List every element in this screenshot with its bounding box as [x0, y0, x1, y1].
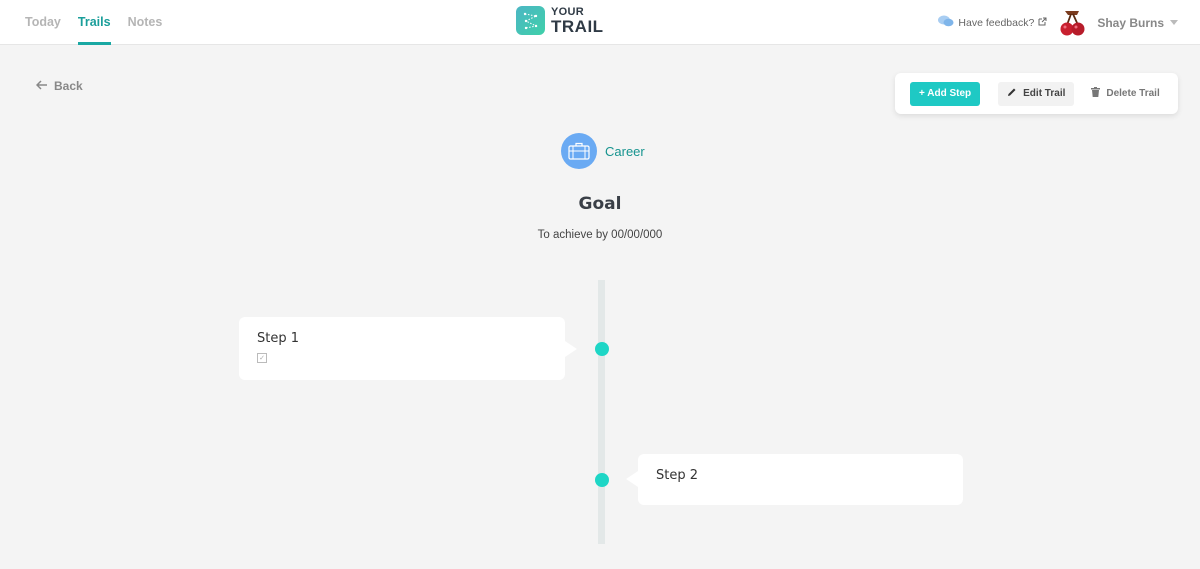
user-name[interactable]: Shay Burns [1097, 16, 1164, 30]
tab-trails[interactable]: Trails [77, 0, 111, 45]
tab-today[interactable]: Today [25, 0, 61, 45]
trash-icon [1091, 87, 1101, 100]
logo[interactable]: YOUR TRAIL [516, 6, 604, 35]
timeline-dot [595, 473, 609, 487]
logo-text: YOUR TRAIL [551, 5, 604, 36]
timeline-line [598, 280, 605, 544]
category-label: Career [605, 143, 645, 159]
tab-notes[interactable]: Notes [128, 0, 163, 45]
edit-trail-button[interactable]: Edit Trail [998, 81, 1075, 106]
step-card[interactable]: Step 2 [626, 454, 963, 505]
timeline-dot [595, 342, 609, 356]
arrow-left-icon [35, 79, 48, 93]
logo-line2: TRAIL [551, 16, 604, 36]
external-link-icon [1038, 17, 1047, 29]
goal-title: Goal [578, 194, 622, 214]
briefcase-icon [561, 133, 597, 169]
edit-trail-label: Edit Trail [1023, 88, 1066, 99]
checkbox-icon[interactable]: ✓ [257, 353, 267, 363]
top-bar: Today Trails Notes YOUR TRAIL Have feedb… [0, 0, 1200, 45]
header-right: Have feedback? Shay Burns [938, 0, 1178, 45]
goal-date: To achieve by 00/00/000 [537, 229, 663, 241]
chat-bubbles-icon [938, 15, 954, 30]
logo-line1: YOUR [551, 5, 584, 18]
add-step-button[interactable]: + Add Step [910, 81, 981, 106]
step-title: Step 2 [656, 468, 699, 483]
delete-trail-button[interactable]: Delete Trail [1082, 82, 1168, 106]
step-title: Step 1 [257, 331, 300, 346]
logo-icon [516, 6, 545, 35]
step-card[interactable]: Step 1 ✓ [239, 317, 577, 380]
main-nav: Today Trails Notes [25, 0, 162, 45]
trail-category: Career [561, 133, 645, 169]
back-link[interactable]: Back [35, 79, 83, 93]
feedback-link[interactable]: Have feedback? [938, 15, 1047, 30]
trail-actions-panel: + Add Step Edit Trail Delete Trail [895, 73, 1178, 114]
caret-down-icon[interactable] [1170, 20, 1178, 25]
back-label: Back [54, 79, 83, 93]
avatar-cherry-icon[interactable] [1059, 8, 1087, 38]
feedback-label: Have feedback? [958, 16, 1035, 29]
delete-trail-label: Delete Trail [1106, 88, 1160, 99]
pencil-icon [1007, 87, 1017, 100]
